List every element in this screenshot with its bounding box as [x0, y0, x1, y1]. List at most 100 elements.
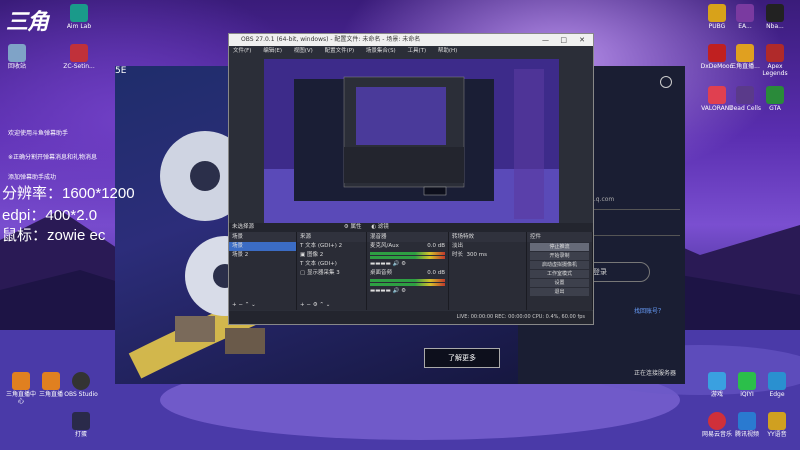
transitions-dock: 转场特效 淡出 时长 300 ms: [449, 232, 527, 310]
obs-preview[interactable]: [264, 59, 559, 231]
password-field[interactable]: [590, 222, 680, 236]
mixer-label: 麦克风/Aux: [370, 243, 399, 249]
start-recording-button[interactable]: 开始录制: [530, 252, 589, 260]
exit-button[interactable]: 退出: [530, 288, 589, 296]
scene-toolbar: + − ⌃ ⌄: [229, 301, 256, 310]
email-field[interactable]: ...q.com: [590, 196, 680, 210]
desktop-icon-aimlab[interactable]: Aim Lab: [62, 4, 96, 30]
desktop-icon-dead-cells[interactable]: Dead Cells: [728, 86, 762, 112]
volume-meter: [370, 256, 445, 259]
volume-meter: [370, 252, 445, 255]
obs-titlebar: OBS 27.0.1 (64-bit, windows) - 配置文件: 未命名…: [229, 34, 593, 46]
mixer-dock: 混音器 麦克风/Aux 0.0 dB ▬▬▬▬ 🔊 ⚙ 桌面音频 0.0 dB …: [367, 232, 449, 310]
recycle-bin-icon: [8, 44, 26, 62]
netease-music-icon: [708, 412, 726, 430]
transition-select[interactable]: 淡出: [449, 242, 526, 251]
aimlab-icon: [70, 4, 88, 22]
mixer-label: 桌面音频: [370, 270, 393, 276]
desktop-icon-live-center[interactable]: 三角直播中心: [4, 372, 38, 405]
gear-icon[interactable]: ⚙: [401, 261, 406, 267]
maximize-icon[interactable]: □: [560, 34, 567, 46]
menu-view[interactable]: 视图(V): [294, 48, 313, 54]
overlay-resolution: 分辨率：1600*1200: [2, 185, 135, 202]
desktop-icon-live[interactable]: 三角直播...: [728, 44, 762, 70]
forgot-account-link[interactable]: 找回账号？: [634, 306, 664, 315]
overlay-line: 欢迎使用斗鱼弹幕助手: [8, 130, 69, 137]
up-icon[interactable]: ⌃: [245, 302, 250, 308]
filters-label: 滤镜: [377, 224, 389, 230]
virtual-camera-button[interactable]: 启动虚拟摄像机: [530, 261, 589, 269]
iqiyi-icon: [738, 372, 756, 390]
add-icon[interactable]: +: [232, 302, 237, 308]
stop-streaming-button[interactable]: 停止推流: [530, 243, 589, 251]
menu-tools[interactable]: 工具(T): [407, 48, 426, 54]
menu-file[interactable]: 文件(F): [233, 48, 251, 54]
desktop-icon-tencent-video[interactable]: 腾讯视频: [730, 412, 764, 438]
power-icon[interactable]: [660, 76, 672, 88]
gear-icon[interactable]: ⚙: [313, 302, 318, 308]
desktop-icon-edge[interactable]: Edge: [760, 372, 794, 398]
menu-edit[interactable]: 编辑(E): [263, 48, 282, 54]
settings-button[interactable]: 设置: [530, 279, 589, 287]
desktop-icon-zc-setup[interactable]: ZC-Setin...: [62, 44, 96, 70]
menu-profile[interactable]: 配置文件(P): [325, 48, 355, 54]
down-icon[interactable]: ⌄: [251, 302, 256, 308]
close-icon[interactable]: ✕: [579, 34, 585, 46]
source-label: 文本 (GDI+): [305, 261, 337, 267]
speaker-icon[interactable]: 🔊: [393, 288, 400, 294]
desktop-icon-gta[interactable]: GTA: [758, 86, 792, 112]
desktop-icon-live-app[interactable]: 三角直播: [34, 372, 68, 398]
desktop-icon-obs[interactable]: OBS Studio: [64, 372, 98, 398]
scene-item[interactable]: 场景: [229, 242, 296, 251]
down-icon[interactable]: ⌄: [326, 302, 331, 308]
remove-icon[interactable]: −: [306, 302, 311, 308]
minimize-icon[interactable]: —: [542, 34, 549, 46]
volume-slider[interactable]: ▬▬▬▬ 🔊 ⚙: [367, 260, 448, 269]
desktop-icon-iqiyi[interactable]: iQIYI: [730, 372, 764, 398]
desktop-icon-nba[interactable]: Nba...: [758, 4, 792, 30]
properties-button[interactable]: ⚙ 属性: [344, 224, 362, 230]
mixer-header: 混音器: [367, 232, 448, 242]
overlay-line: ※正确分割开弹幕消息和礼物消息: [8, 154, 98, 161]
remove-icon[interactable]: −: [238, 302, 243, 308]
speaker-icon[interactable]: 🔊: [393, 261, 400, 267]
add-icon[interactable]: +: [300, 302, 305, 308]
desktop-icon-netease-music[interactable]: 网易云音乐: [700, 412, 734, 438]
source-item[interactable]: T 文本 (GDI+) 2: [297, 242, 366, 251]
gta-icon: [766, 86, 784, 104]
desktop-icon-label: 三角直播中心: [5, 391, 36, 405]
volume-meter: [370, 279, 445, 282]
menu-help[interactable]: 帮助(H): [438, 48, 457, 54]
scene-item[interactable]: 场景 2: [229, 251, 296, 260]
game-icon: [708, 372, 726, 390]
desktop-icon-ea[interactable]: EA...: [728, 4, 762, 30]
obs-menubar: 文件(F) 编辑(E) 视图(V) 配置文件(P) 场景集合(S) 工具(T) …: [229, 46, 593, 56]
dadan-icon: [72, 412, 90, 430]
overlay-mouse: 鼠标：zowie ec: [2, 227, 106, 244]
mixer-channel-name: 麦克风/Aux 0.0 dB: [367, 242, 448, 251]
desktop-icon-dadan[interactable]: 打蛋: [64, 412, 98, 438]
volume-slider[interactable]: ▬▬▬▬ 🔊 ⚙: [367, 287, 448, 296]
studio-mode-button[interactable]: 工作室模式: [530, 270, 589, 278]
filters-button[interactable]: ◐ 滤镜: [371, 224, 389, 230]
desktop-icon-label: YY语音: [767, 431, 787, 438]
gear-icon[interactable]: ⚙: [401, 288, 406, 294]
desktop-icon-game[interactable]: 游戏: [700, 372, 734, 398]
up-icon[interactable]: ⌃: [319, 302, 324, 308]
source-item[interactable]: ▣ 图像 2: [297, 251, 366, 260]
mixer-db: 0.0 dB: [427, 243, 445, 249]
desktop-icon-apex[interactable]: Apex Legends: [758, 44, 792, 77]
menu-scene-collection[interactable]: 场景集合(S): [366, 48, 396, 54]
source-item[interactable]: ▢ 显示器采集 3: [297, 269, 366, 278]
duration-label: 时长: [452, 252, 464, 258]
duration-row[interactable]: 时长 300 ms: [449, 251, 526, 260]
desktop-icon-label: 三角直播...: [730, 63, 760, 70]
desktop-icon-yy[interactable]: YY语音: [760, 412, 794, 438]
source-item[interactable]: T 文本 (GDI+): [297, 260, 366, 269]
scenes-header: 场景: [229, 232, 296, 242]
desktop-icon-label: OBS Studio: [64, 391, 98, 398]
learn-more-button[interactable]: 了解更多: [424, 348, 500, 368]
desktop-icon-label: Apex Legends: [762, 63, 788, 77]
text-icon: T: [300, 261, 304, 267]
desktop-icon-recycle-bin[interactable]: 回收站: [0, 44, 34, 70]
